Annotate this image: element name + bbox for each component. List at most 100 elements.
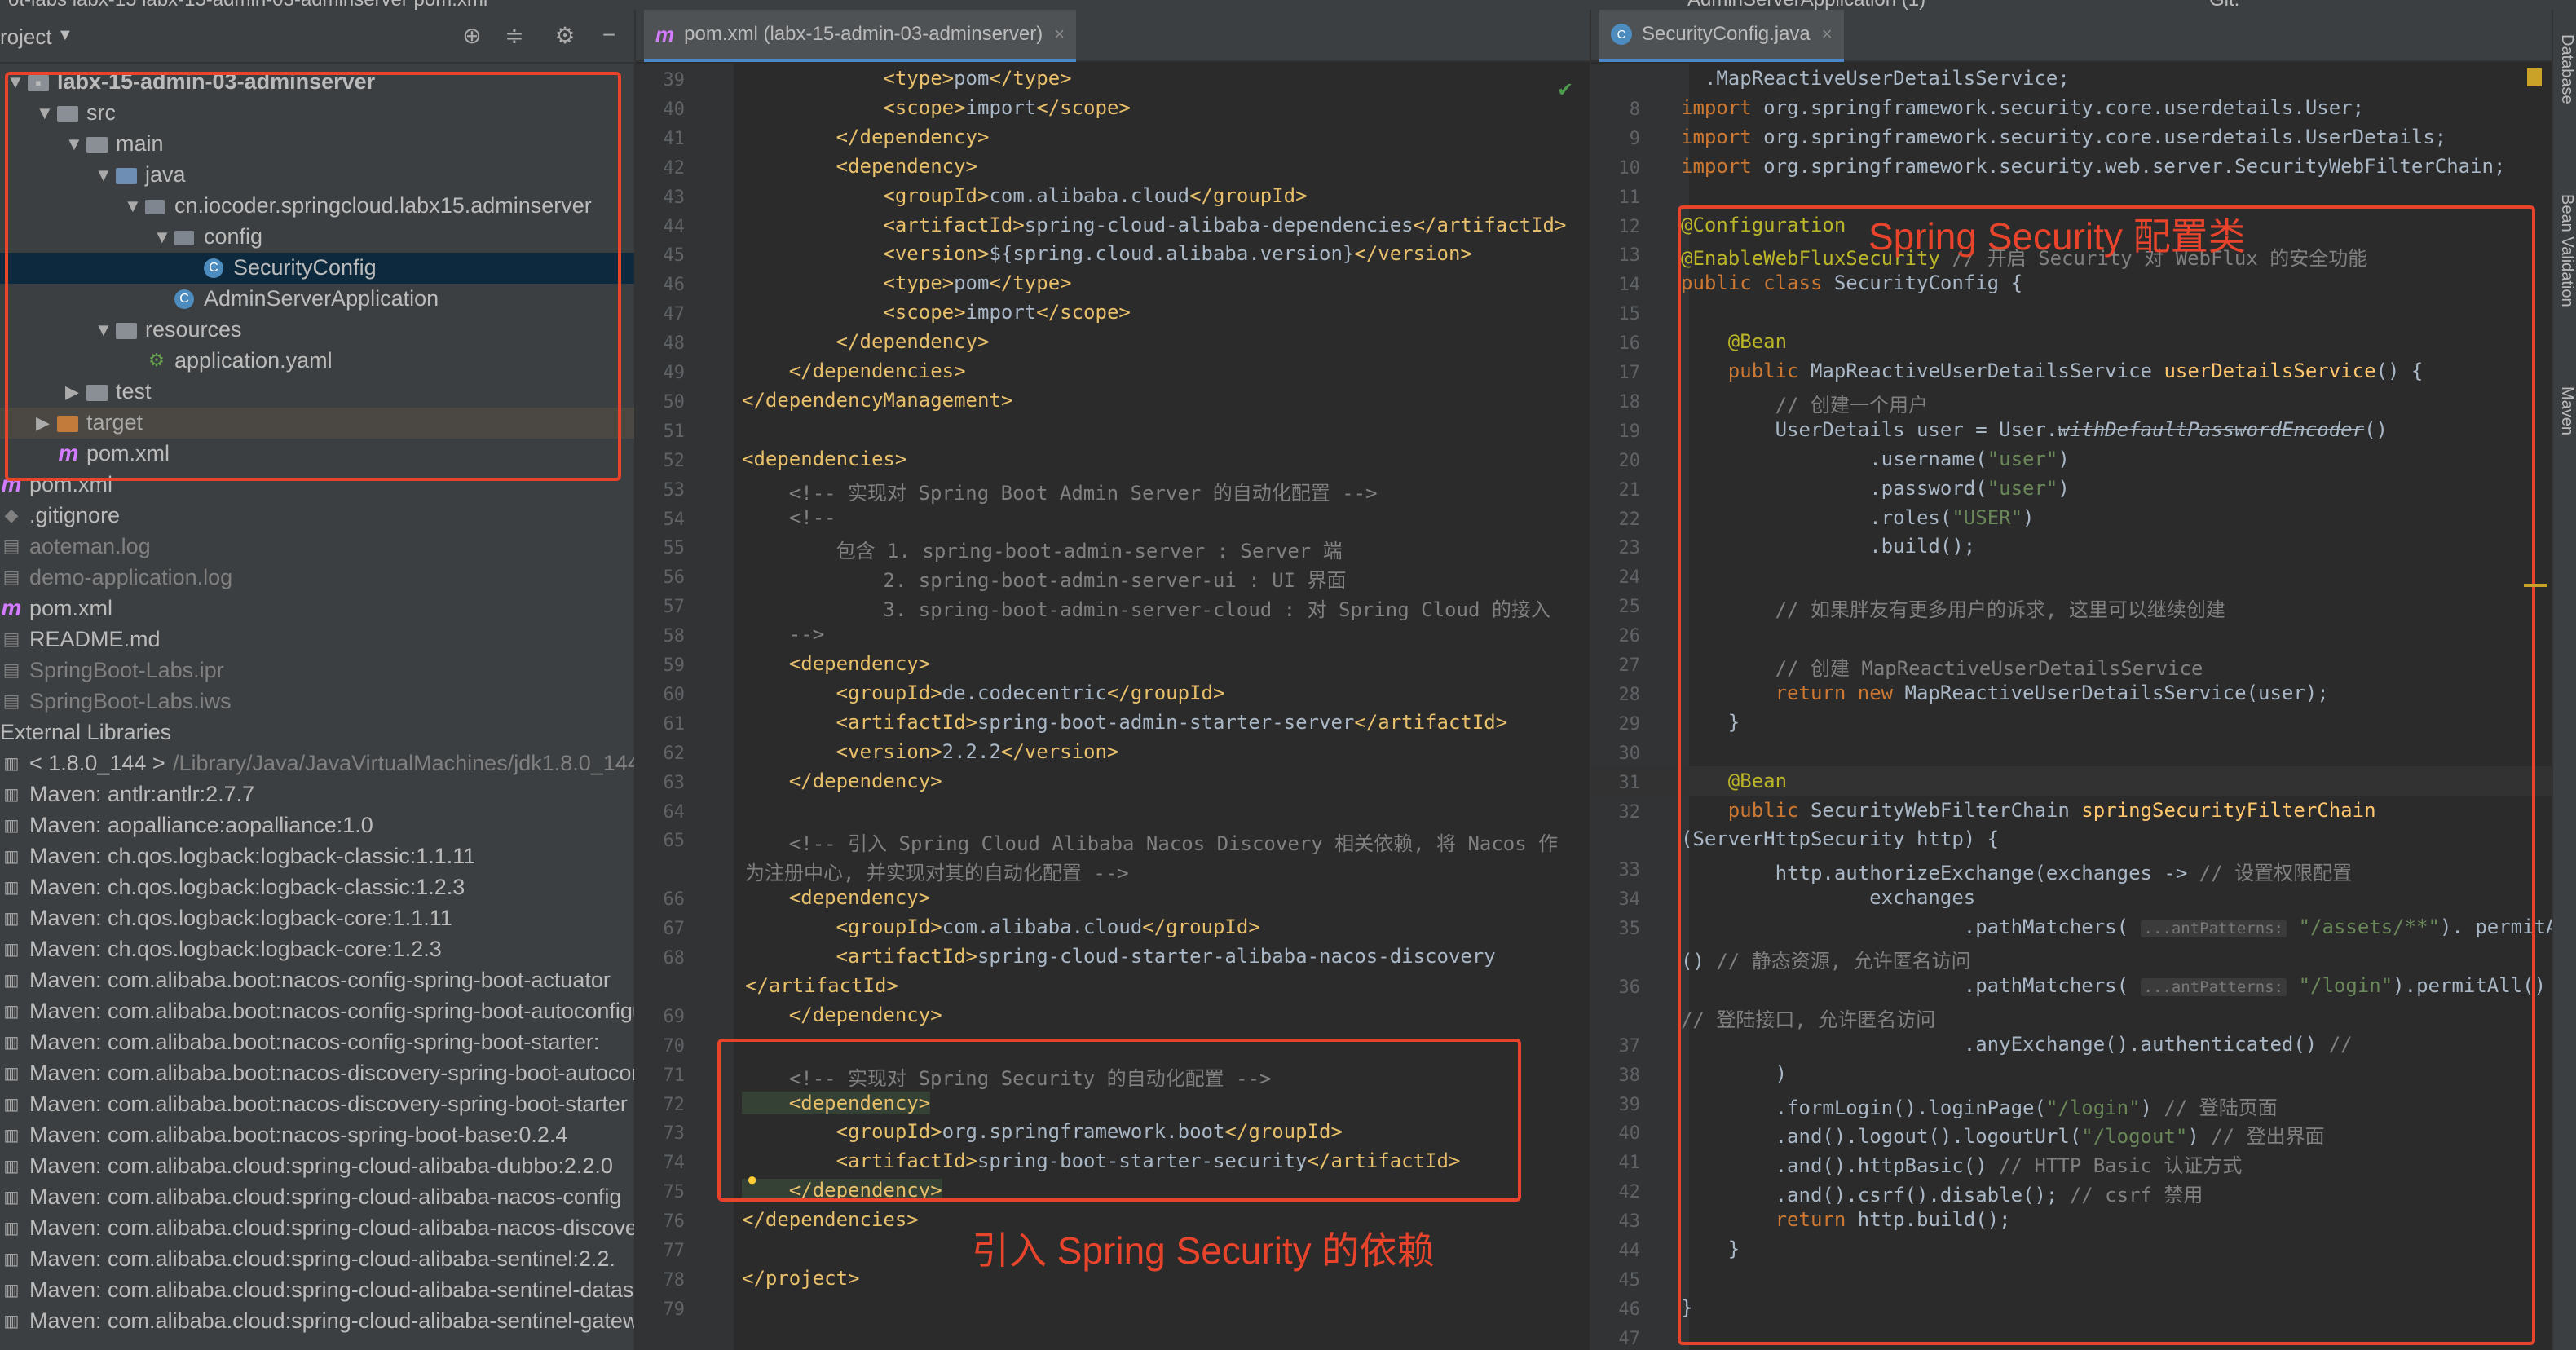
bulb-icon[interactable]: ●: [747, 1169, 763, 1189]
maven-tool-tab[interactable]: Maven: [2555, 386, 2576, 435]
tree-row[interactable]: ▥ Maven: com.alibaba.boot:nacos-discovery…: [0, 1058, 634, 1089]
tree-row-label: Maven: com.alibaba.boot:nacos-config-spr…: [29, 968, 611, 992]
close-icon[interactable]: ×: [1054, 24, 1065, 45]
code-token: ${spring.cloud.alibaba.version}: [989, 242, 1355, 266]
chevron-down-icon[interactable]: ▼: [57, 26, 73, 45]
line-number: 76: [663, 1211, 686, 1233]
code-token: </type>: [989, 271, 1072, 295]
tree-row-label: Maven: aopalliance:aopalliance:1.0: [29, 813, 373, 837]
tree-row[interactable]: ▥ Maven: com.alibaba.boot:nacos-config-sp…: [0, 965, 634, 996]
lib-icon: ▥: [3, 1250, 20, 1268]
code-line: </dependencyManagement>: [742, 389, 1012, 412]
line-number: 73: [663, 1123, 686, 1145]
code-line: <dependency>: [742, 652, 930, 675]
code-line: </dependency>: [742, 770, 942, 792]
tree-row[interactable]: ▥ Maven: com.alibaba.boot:nacos-discovery…: [0, 1089, 634, 1120]
code-line: <groupId>com.alibaba.cloud</groupId>: [742, 915, 1260, 938]
lib-icon: ▥: [3, 1219, 20, 1238]
breadcrumb[interactable]: ot-labs labx-15 labx-15-admin-03-adminse…: [8, 0, 487, 10]
tree-row[interactable]: ▥ Maven: com.alibaba.cloud:spring-cloud-a…: [0, 1182, 634, 1213]
code-token: org.springframework.security.core.userde…: [1763, 125, 2447, 148]
code-token: spring-boot-admin-starter-server: [977, 710, 1355, 734]
tree-row[interactable]: ▥ Maven: com.alibaba.boot:nacos-config-sp…: [0, 996, 634, 1027]
line-number: 47: [663, 304, 686, 325]
code-token: </version>: [1354, 242, 1472, 266]
collapse-icon[interactable]: ≑: [501, 21, 528, 49]
code-token: <dependency>: [742, 886, 931, 910]
tree-row[interactable]: ▥ Maven: com.alibaba.boot:nacos-spring-bo…: [0, 1120, 634, 1151]
gear-icon[interactable]: ⚙: [551, 21, 579, 49]
tree-row[interactable]: ▥ Maven: aopalliance:aopalliance:1.0: [0, 810, 634, 841]
code-token: <scope>: [742, 95, 966, 119]
code-token: <scope>: [742, 301, 966, 324]
tree-row[interactable]: ▤ demo-application.log: [0, 562, 634, 593]
line-number: 33: [1618, 860, 1641, 881]
tree-row[interactable]: External Libraries: [0, 717, 634, 748]
tree-row[interactable]: ▤ SpringBoot-Labs.iws: [0, 686, 634, 717]
code-token: </dependency>: [742, 330, 990, 354]
tree-row[interactable]: ▥ Maven: com.alibaba.cloud:spring-cloud-a…: [0, 1306, 634, 1337]
tree-row[interactable]: ▥ Maven: com.alibaba.boot:nacos-config-sp…: [0, 1027, 634, 1058]
tree-row[interactable]: ◆ .gitignore: [0, 501, 634, 532]
minimize-icon[interactable]: −: [595, 21, 623, 49]
tree-row[interactable]: ▤ aoteman.log: [0, 532, 634, 562]
tree-row[interactable]: ▥ Maven: ch.qos.logback:logback-core:1.1.…: [0, 903, 634, 934]
lib-icon: ▥: [3, 1126, 20, 1145]
line-number: 9: [1629, 128, 1640, 149]
line-number: 49: [663, 363, 686, 383]
run-config[interactable]: AdminServerApplication (1): [1687, 0, 1925, 10]
code-line: 包含 1. spring-boot-admin-server : Server …: [742, 535, 1343, 563]
code-token: <version>: [742, 739, 942, 763]
tab-pom-xml[interactable]: m pom.xml (labx-15-admin-03-adminserver)…: [644, 10, 1077, 62]
code-token: import: [965, 95, 1037, 119]
code-token: </dependencies>: [742, 1208, 919, 1232]
close-icon[interactable]: ×: [1822, 24, 1833, 45]
tree-row[interactable]: ▥ Maven: com.alibaba.cloud:spring-cloud-a…: [0, 1244, 634, 1275]
tree-row[interactable]: ▤ SpringBoot-Labs.ipr: [0, 655, 634, 686]
tree-row-label: External Libraries: [0, 720, 172, 744]
line-number: 51: [663, 421, 686, 442]
tab-security-config[interactable]: C SecurityConfig.java ×: [1599, 10, 1844, 62]
project-panel: roject ▼ ⊕ ≑ ⚙ − ▼ ▪ labx-15-admin-03-admi…: [0, 10, 634, 1350]
lib-icon: ▥: [3, 1188, 20, 1207]
lib-icon: ▥: [3, 909, 20, 928]
crosshair-icon[interactable]: ⊕: [458, 21, 486, 49]
database-tool-tab[interactable]: Database: [2555, 34, 2576, 104]
line-number: 38: [1618, 1065, 1641, 1086]
line-number: 61: [663, 713, 686, 735]
code-token: </version>: [1000, 739, 1119, 763]
line-number: 54: [663, 509, 686, 530]
annotation-dependency: 引入 Spring Security 的依赖: [972, 1229, 1435, 1272]
tree-row[interactable]: ▥ Maven: ch.qos.logback:logback-classic:1…: [0, 872, 634, 903]
tree-row[interactable]: ▥ Maven: com.alibaba.cloud:spring-cloud-a…: [0, 1213, 634, 1244]
project-panel-title[interactable]: roject: [0, 24, 52, 50]
lib-icon: ▥: [3, 971, 20, 990]
tree-row-label: Maven: ch.qos.logback:logback-core:1.2.3: [29, 937, 442, 961]
check-icon: ✔: [1557, 79, 1574, 101]
tree-row[interactable]: ▤ README.md: [0, 624, 634, 655]
code-token: <groupId>: [742, 183, 990, 207]
line-number: 41: [1618, 1153, 1641, 1174]
project-panel-header: roject ▼ ⊕ ≑ ⚙ −: [0, 10, 634, 64]
tree-row[interactable]: m pom.xml: [0, 593, 634, 624]
tree-row[interactable]: ▥ Maven: antlr:antlr:2.7.7: [0, 779, 634, 810]
tree-row-label: Maven: com.alibaba.cloud:spring-cloud-al…: [29, 1246, 615, 1271]
line-number: 40: [1618, 1123, 1641, 1145]
tree-row-label: Maven: com.alibaba.cloud:spring-cloud-al…: [29, 1277, 634, 1302]
line-number: 68: [663, 948, 686, 968]
tree-row[interactable]: ▥ Maven: com.alibaba.cloud:spring-cloud-a…: [0, 1275, 634, 1306]
tree-row-label: Maven: ch.qos.logback:logback-classic:1.…: [29, 875, 465, 899]
code-token: de.codecentric: [942, 681, 1107, 704]
line-number: 11: [1618, 187, 1641, 208]
line-number: 62: [663, 743, 686, 764]
bean-validation-tool-tab[interactable]: Bean Validation: [2555, 194, 2576, 307]
tree-row[interactable]: ▥ < 1.8.0_144 > /Library/Java/JavaVirtualM…: [0, 748, 634, 779]
code-token: </groupId>: [1189, 183, 1308, 207]
line-number: 26: [1618, 626, 1641, 647]
tree-row-label: .gitignore: [29, 503, 121, 527]
tree-row[interactable]: ▥ Maven: com.alibaba.cloud:spring-cloud-a…: [0, 1151, 634, 1182]
tree-row[interactable]: ▥ Maven: ch.qos.logback:logback-classic:1…: [0, 841, 634, 872]
tree-row[interactable]: ▥ Maven: ch.qos.logback:logback-core:1.2.…: [0, 934, 634, 965]
tree-row-label: demo-application.log: [29, 565, 233, 589]
code-token: </groupId>: [1142, 915, 1260, 939]
